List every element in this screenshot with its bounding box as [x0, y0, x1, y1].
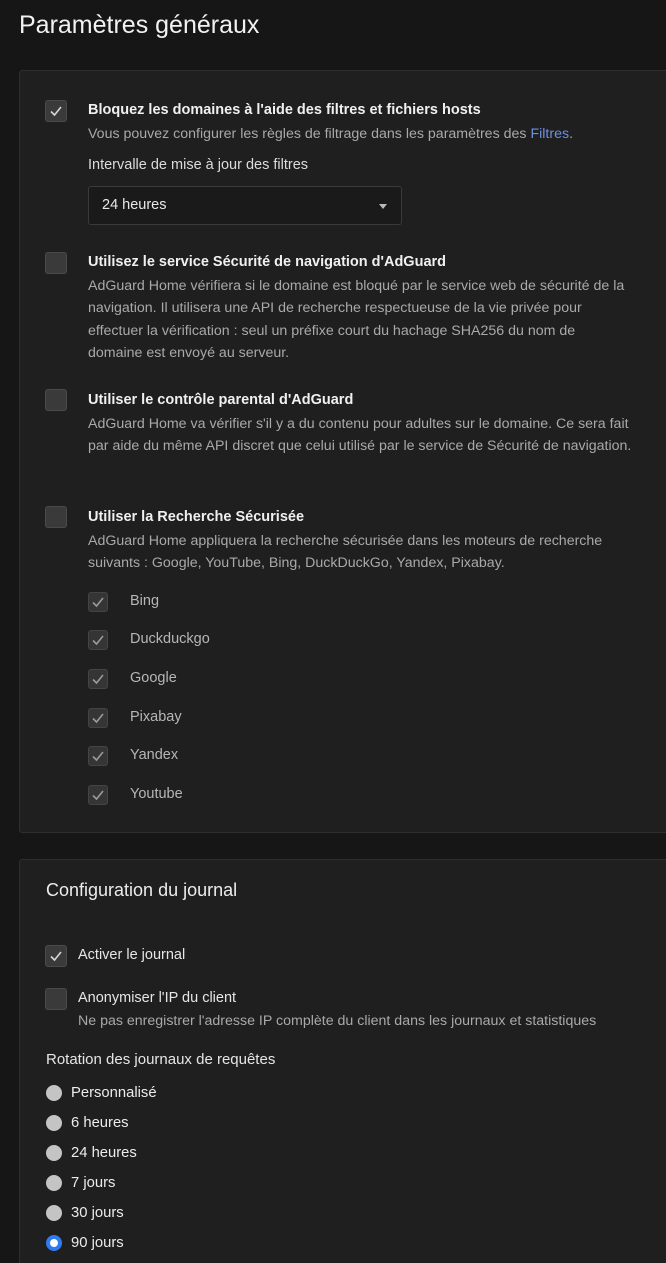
- chevron-down-icon: [379, 204, 387, 209]
- page-title: Paramètres généraux: [19, 11, 260, 39]
- safesearch-title: Utiliser la Recherche Sécurisée: [88, 509, 305, 525]
- rotation-90d-radio[interactable]: [46, 1235, 62, 1251]
- check-icon: [92, 790, 104, 801]
- safesearch-yandex-label: Yandex: [130, 747, 179, 763]
- safesearch-google-checkbox[interactable]: [88, 669, 108, 689]
- check-icon: [50, 951, 62, 962]
- log-settings-card: Configuration du journal Activer le jour…: [19, 859, 666, 1263]
- safesearch-youtube-label: Youtube: [130, 786, 183, 802]
- safebrowsing-checkbox[interactable]: [45, 252, 67, 274]
- safebrowsing-title: Utilisez le service Sécurité de navigati…: [88, 254, 447, 270]
- block-filters-checkbox[interactable]: [45, 100, 67, 122]
- safesearch-duckduckgo-label: Duckduckgo: [130, 631, 210, 647]
- safesearch-bing-label: Bing: [130, 593, 160, 609]
- rotation-custom-label: Personnalisé: [71, 1085, 157, 1101]
- safesearch-google-label: Google: [130, 670, 177, 686]
- general-settings-page: Paramètres généraux Bloquez les domaines…: [0, 0, 666, 1263]
- safesearch-pixabay-label: Pixabay: [130, 709, 182, 725]
- safesearch-description: AdGuard Home appliquera la recherche séc…: [88, 533, 603, 572]
- anonymize-ip-label: Anonymiser l'IP du client: [78, 990, 237, 1006]
- safesearch-bing-checkbox[interactable]: [88, 592, 108, 612]
- check-icon: [50, 106, 62, 117]
- update-interval-label: Intervalle de mise à jour des filtres: [88, 157, 309, 173]
- filtering-settings-card: Bloquez les domaines à l'aide des filtre…: [19, 70, 666, 833]
- rotation-7d-radio[interactable]: [46, 1175, 62, 1191]
- rotation-90d-label: 90 jours: [71, 1235, 124, 1251]
- safesearch-duckduckgo-checkbox[interactable]: [88, 630, 108, 650]
- check-icon: [92, 597, 104, 608]
- parental-control-description: AdGuard Home va vérifier s'il y a du con…: [88, 416, 632, 455]
- enable-log-label: Activer le journal: [78, 947, 186, 963]
- parental-control-checkbox[interactable]: [45, 389, 67, 411]
- rotation-6h-radio[interactable]: [46, 1115, 62, 1131]
- log-settings-title: Configuration du journal: [46, 880, 238, 900]
- rotation-30d-label: 30 jours: [71, 1205, 124, 1221]
- rotation-custom-radio[interactable]: [46, 1085, 62, 1101]
- check-icon: [92, 751, 104, 762]
- safesearch-youtube-checkbox[interactable]: [88, 785, 108, 805]
- check-icon: [92, 713, 104, 724]
- rotation-6h-label: 6 heures: [71, 1115, 129, 1131]
- safesearch-yandex-checkbox[interactable]: [88, 746, 108, 766]
- anonymize-ip-description: Ne pas enregistrer l'adresse IP complète…: [78, 1013, 597, 1029]
- safebrowsing-description: AdGuard Home vérifiera si le domaine est…: [88, 278, 625, 361]
- parental-control-title: Utiliser le contrôle parental d'AdGuard: [88, 392, 354, 408]
- filters-link[interactable]: Filtres: [530, 126, 569, 142]
- enable-log-checkbox[interactable]: [45, 945, 67, 967]
- rotation-24h-label: 24 heures: [71, 1145, 137, 1161]
- safesearch-pixabay-checkbox[interactable]: [88, 708, 108, 728]
- anonymize-ip-checkbox[interactable]: [45, 988, 67, 1010]
- log-rotation-label: Rotation des journaux de requêtes: [46, 1051, 276, 1068]
- update-interval-select[interactable]: 24 heures: [88, 186, 402, 225]
- rotation-7d-label: 7 jours: [71, 1175, 116, 1191]
- rotation-30d-radio[interactable]: [46, 1205, 62, 1221]
- block-filters-title: Bloquez les domaines à l'aide des filtre…: [88, 102, 481, 118]
- rotation-24h-radio[interactable]: [46, 1145, 62, 1161]
- check-icon: [92, 635, 104, 646]
- update-interval-value: 24 heures: [102, 197, 167, 213]
- safesearch-checkbox[interactable]: [45, 506, 67, 528]
- block-filters-description: Vous pouvez configurer les règles de fil…: [88, 126, 574, 142]
- check-icon: [92, 674, 104, 685]
